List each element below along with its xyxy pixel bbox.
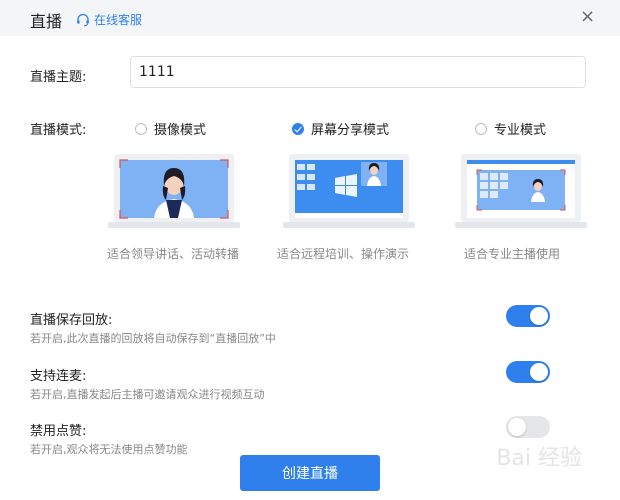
headset-icon bbox=[77, 13, 89, 26]
disable-likes-toggle[interactable] bbox=[506, 416, 550, 438]
customer-service-label: 在线客服 bbox=[94, 13, 143, 27]
save-replay-toggle[interactable] bbox=[506, 305, 550, 327]
setting-disable-likes-title: 禁用点赞: bbox=[30, 424, 87, 439]
setting-save-replay-title: 直播保存回放: bbox=[30, 313, 113, 328]
co-host-toggle[interactable] bbox=[506, 361, 550, 383]
pro-mode-caption: 适合专业主播使用 bbox=[463, 247, 560, 261]
create-live-button[interactable]: 创建直播 bbox=[240, 455, 380, 491]
radio-circle bbox=[135, 122, 147, 135]
topic-input[interactable] bbox=[130, 56, 586, 88]
screen-share-mode-caption: 适合远程培训、操作演示 bbox=[276, 247, 409, 261]
setting-co-host-title: 支持连麦: bbox=[30, 369, 87, 384]
radio-screen-share-mode[interactable]: 屏幕分享模式 bbox=[292, 119, 389, 138]
baidu-watermark: Bai 经验 bbox=[496, 446, 582, 471]
radio-pro-mode[interactable]: 专业模式 bbox=[475, 119, 546, 138]
screen-share-mode-illustration[interactable] bbox=[283, 152, 415, 230]
camera-mode-illustration[interactable] bbox=[108, 152, 240, 230]
toggle-knob bbox=[508, 418, 526, 436]
toggle-knob bbox=[530, 307, 548, 325]
setting-disable-likes-desc: 若开启,观众将无法使用点赞功能 bbox=[30, 443, 188, 456]
radio-camera-mode[interactable]: 摄像模式 bbox=[135, 119, 206, 138]
setting-save-replay-desc: 若开启,此次直播的回放将自动保存到“直播回放”中 bbox=[30, 332, 276, 345]
close-icon[interactable]: × bbox=[580, 7, 595, 27]
toggle-knob bbox=[530, 363, 548, 381]
setting-co-host-desc: 若开启,直播发起后主播可邀请观众进行视频互动 bbox=[30, 388, 265, 401]
topic-label: 直播主题: bbox=[30, 70, 87, 85]
camera-mode-caption: 适合领导讲话、活动转播 bbox=[106, 247, 239, 261]
pro-mode-illustration[interactable] bbox=[455, 152, 587, 230]
mode-label: 直播模式: bbox=[30, 123, 87, 138]
radio-circle bbox=[475, 122, 487, 135]
radio-checked-icon bbox=[292, 122, 304, 135]
customer-service-link[interactable]: 在线客服 bbox=[76, 11, 142, 28]
radio-camera-mode-label: 摄像模式 bbox=[154, 123, 207, 138]
radio-pro-mode-label: 专业模式 bbox=[494, 123, 547, 138]
dialog-title: 直播 bbox=[30, 12, 63, 31]
radio-screen-share-mode-label: 屏幕分享模式 bbox=[311, 123, 390, 138]
